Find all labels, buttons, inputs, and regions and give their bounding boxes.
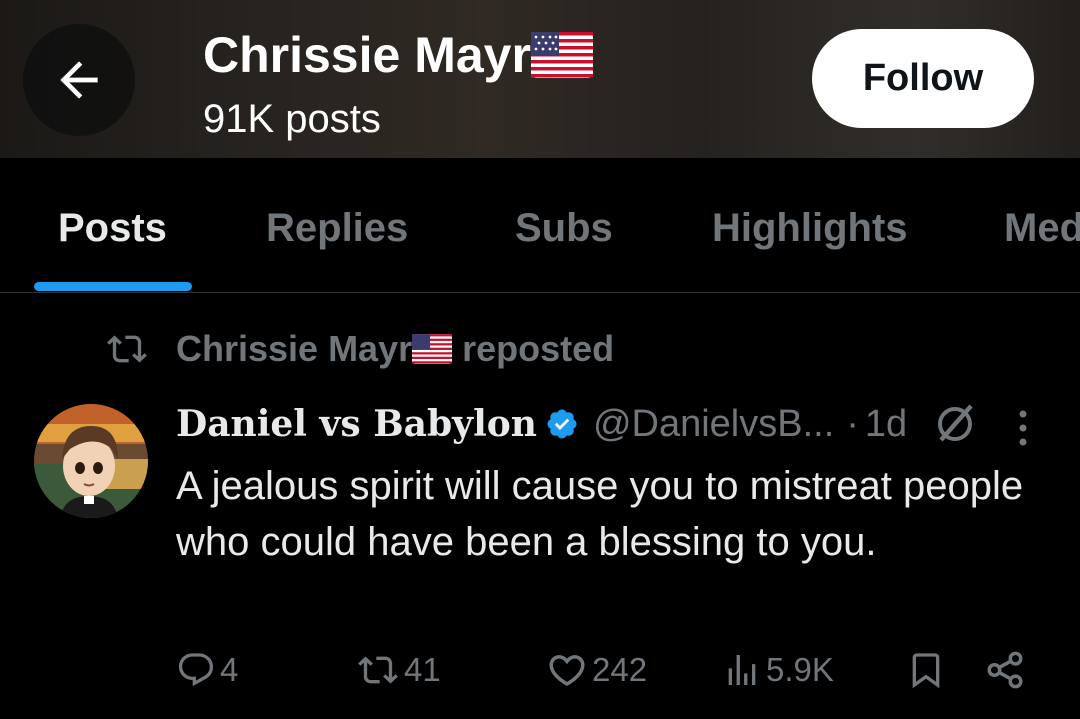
profile-header: Chrissie Mayr 91K posts Follow: [0, 0, 1080, 158]
repost-icon: [107, 335, 147, 363]
repost-context[interactable]: Chrissie Mayr reposted: [104, 328, 614, 370]
reposted-label: reposted: [462, 328, 615, 369]
bookmark-button[interactable]: [906, 640, 946, 700]
repost-icon: [358, 656, 398, 684]
profile-tabs: Posts Replies Subs Highlights Media: [0, 158, 1080, 293]
repost-button[interactable]: 41: [356, 640, 441, 700]
like-button[interactable]: 242: [546, 640, 647, 700]
like-count: 242: [592, 651, 648, 688]
views-count: 5.9K: [766, 651, 834, 688]
verified-badge-icon: [547, 409, 577, 439]
author-name[interactable]: Daniel vs Babylon: [176, 403, 537, 445]
profile-name-text: Chrissie Mayr: [203, 27, 531, 83]
repost-count: 41: [404, 651, 441, 688]
post-actions: 4 41 242 5.9K: [0, 640, 1080, 700]
share-button[interactable]: [984, 640, 1026, 700]
active-tab-indicator: [34, 282, 192, 291]
separator-dot: ·: [846, 402, 859, 445]
avatar-image: [34, 404, 148, 518]
heart-icon: [549, 655, 585, 687]
bookmark-icon: [912, 653, 940, 689]
views-icon: [728, 655, 756, 685]
tab-media[interactable]: Media: [1004, 206, 1080, 251]
follow-button[interactable]: Follow: [812, 29, 1034, 128]
more-options-icon[interactable]: [1008, 408, 1038, 448]
back-button[interactable]: [23, 24, 135, 136]
reply-count: 4: [220, 651, 239, 688]
us-flag-icon: [412, 334, 453, 364]
tab-posts[interactable]: Posts: [58, 206, 167, 251]
author-avatar[interactable]: [34, 404, 148, 518]
profile-name: Chrissie Mayr: [203, 26, 593, 84]
arrow-left-icon: [60, 61, 98, 99]
post-time[interactable]: 1d: [865, 403, 907, 446]
post-header: Daniel vs Babylon @DanielvsB... · 1d: [176, 400, 979, 448]
reply-button[interactable]: 4: [176, 640, 238, 700]
tab-highlights[interactable]: Highlights: [712, 206, 908, 251]
grok-icon[interactable]: [931, 400, 979, 448]
post-count: 91K posts: [203, 97, 381, 141]
reply-icon: [178, 653, 214, 687]
views-button[interactable]: 5.9K: [722, 640, 834, 700]
tab-replies[interactable]: Replies: [266, 206, 408, 251]
us-flag-icon: [530, 32, 593, 78]
post-text: A jealous spirit will cause you to mistr…: [176, 464, 1024, 564]
share-icon: [987, 651, 1023, 689]
tab-subs[interactable]: Subs: [515, 206, 613, 251]
reposted-by-name: Chrissie Mayr: [176, 328, 413, 369]
author-handle[interactable]: @DanielvsB...: [593, 403, 834, 446]
